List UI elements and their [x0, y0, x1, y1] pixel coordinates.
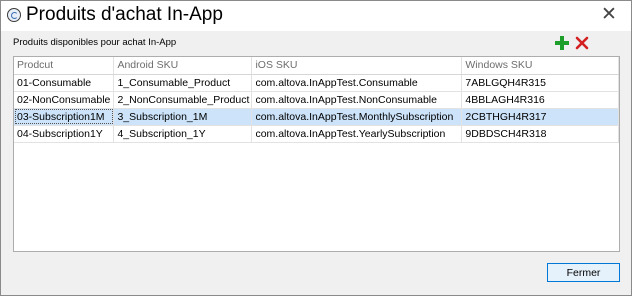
delete-x-icon[interactable] — [575, 36, 589, 50]
cell-android-sku[interactable]: 1_Consumable_Product — [113, 74, 253, 92]
cell-windows-sku[interactable]: 9DBDSCH4R318 — [461, 125, 619, 143]
products-grid[interactable]: Prodcut Android SKU iOS SKU Windows SKU … — [13, 56, 620, 252]
products-table: Prodcut Android SKU iOS SKU Windows SKU … — [14, 57, 619, 143]
table-row[interactable]: 02-NonConsumable 2_NonConsumable_Product… — [14, 91, 619, 109]
cell-android-sku[interactable]: 4_Subscription_1Y — [113, 125, 253, 143]
table-row[interactable]: 04-Subscription1Y 4_Subscription_1Y com.… — [14, 125, 619, 143]
cell-windows-sku[interactable]: 7ABLGQH4R315 — [461, 74, 619, 92]
cell-ios-sku[interactable]: com.altova.InAppTest.Consumable — [251, 74, 463, 92]
table-row[interactable]: 01-Consumable 1_Consumable_Product com.a… — [14, 74, 619, 92]
cell-ios-sku[interactable]: com.altova.InAppTest.NonConsumable — [251, 91, 463, 109]
cell-product[interactable]: 03-Subscription1M — [14, 108, 115, 126]
column-header-ios-sku[interactable]: iOS SKU — [251, 57, 463, 75]
cell-product[interactable]: 04-Subscription1Y — [14, 125, 115, 143]
header-row: Prodcut Android SKU iOS SKU Windows SKU — [14, 57, 619, 75]
cell-ios-sku[interactable]: com.altova.InAppTest.YearlySubscription — [251, 125, 463, 143]
cell-android-sku[interactable]: 3_Subscription_1M — [113, 108, 253, 126]
app-icon — [7, 8, 21, 22]
dialog-footer — [1, 253, 631, 295]
title-bar: Produits d'achat In-App ✕ — [1, 1, 631, 31]
plus-icon[interactable] — [554, 35, 570, 51]
section-label: Produits disponibles pour achat In-App — [13, 37, 177, 48]
cell-windows-sku[interactable]: 4BBLAGH4R316 — [461, 91, 619, 109]
table-row-selected[interactable]: 03-Subscription1M 3_Subscription_1M com.… — [14, 108, 619, 126]
cell-ios-sku[interactable]: com.altova.InAppTest.MonthlySubscription — [251, 108, 463, 126]
cell-android-sku[interactable]: 2_NonConsumable_Product — [113, 91, 253, 109]
dialog-title: Produits d'achat In-App — [26, 4, 223, 25]
dialog-window: Produits d'achat In-App ✕ Produits dispo… — [0, 0, 632, 296]
cell-product[interactable]: 02-NonConsumable — [14, 91, 115, 109]
column-header-windows-sku[interactable]: Windows SKU — [461, 57, 619, 75]
cell-product[interactable]: 01-Consumable — [14, 74, 115, 92]
cell-windows-sku[interactable]: 2CBTHGH4R317 — [461, 108, 619, 126]
column-header-android-sku[interactable]: Android SKU — [113, 57, 253, 75]
column-header-product[interactable]: Prodcut — [14, 57, 115, 75]
close-button[interactable]: Fermer — [547, 263, 620, 282]
close-window-button[interactable]: ✕ — [597, 3, 621, 27]
